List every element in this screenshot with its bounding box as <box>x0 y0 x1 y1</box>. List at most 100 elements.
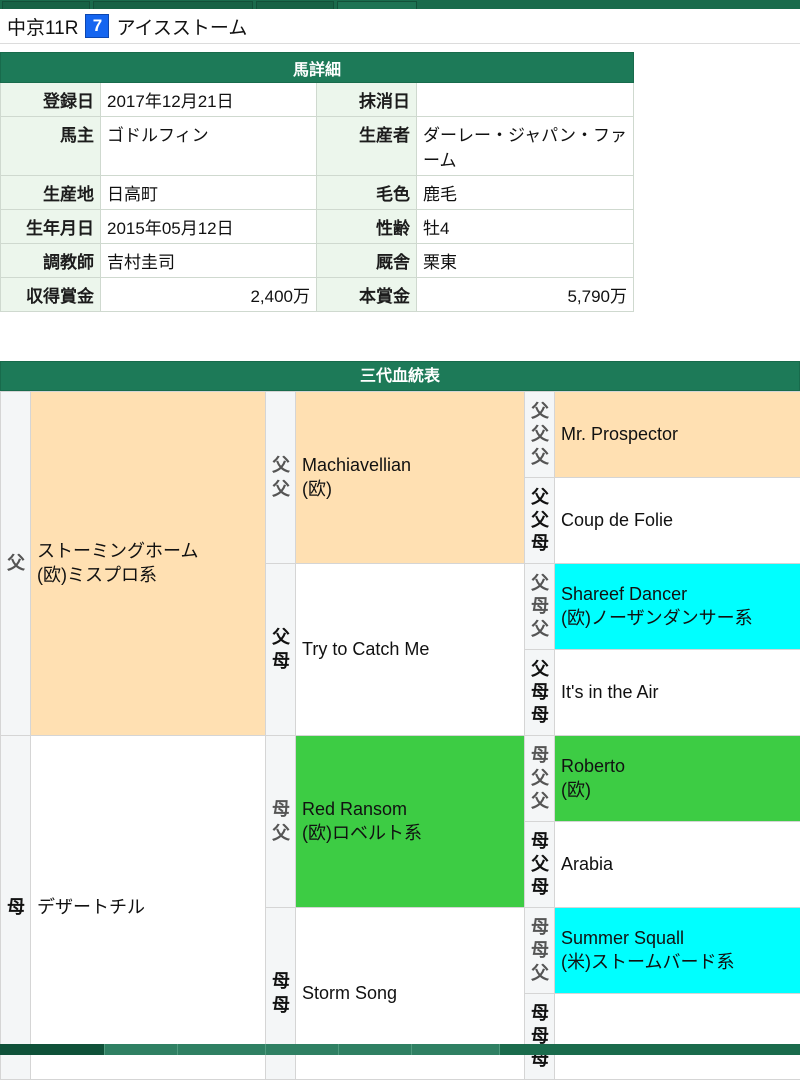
page-title: アイスストーム <box>116 13 247 40</box>
pedigree-horse-line: (欧)ロベルト系 <box>302 822 518 845</box>
detail-label: 本賞金 <box>317 278 417 312</box>
pedigree-horse-line: (欧)ミスプロ系 <box>37 564 259 587</box>
pedigree-relation: 母 <box>1 736 31 1080</box>
pedigree-section: 三代血統表 父ストーミングホーム(欧)ミスプロ系父父Machiavellian(… <box>0 361 800 1080</box>
pedigree-horse-line: (欧) <box>302 478 518 501</box>
pedigree-horse-name: Shareef Dancer <box>561 583 794 606</box>
table-row: 生年月日2015年05月12日性齢牡4 <box>1 210 634 244</box>
horse-detail-table: 馬詳細 登録日2017年12月21日抹消日馬主ゴドルフィン生産者ダーレー・ジャパ… <box>0 52 634 312</box>
pedigree-relation: 母母母 <box>525 994 555 1080</box>
pedigree-horse[interactable]: Arabia <box>555 822 800 908</box>
browser-address-bar[interactable] <box>337 1 417 9</box>
pedigree-horse[interactable]: Coup de Folie <box>555 478 800 564</box>
pedigree-horse[interactable]: デザートチル <box>31 736 266 1080</box>
pedigree-horse-name: Try to Catch Me <box>302 638 518 661</box>
table-row: 生産地日高町毛色鹿毛 <box>1 176 634 210</box>
pedigree-horse[interactable]: It's in the Air <box>555 650 800 736</box>
pedigree-horse-name: Arabia <box>561 853 794 876</box>
race-header: 中京11R 7 アイスストーム <box>0 9 800 44</box>
detail-label: 毛色 <box>317 176 417 210</box>
horse-detail-section: 馬詳細 登録日2017年12月21日抹消日馬主ゴドルフィン生産者ダーレー・ジャパ… <box>0 52 633 312</box>
pedigree-horse[interactable]: Summer Squall(米)ストームバード系 <box>555 908 800 994</box>
pedigree-relation: 母父母 <box>525 822 555 908</box>
pedigree-relation: 父母父 <box>525 564 555 650</box>
pedigree-horse-name: Mr. Prospector <box>561 423 794 446</box>
bottom-nav-item[interactable] <box>266 1044 339 1055</box>
detail-value: 2015年05月12日 <box>101 210 317 244</box>
detail-label: 生産者 <box>317 117 417 176</box>
detail-label: 生年月日 <box>1 210 101 244</box>
detail-label: 抹消日 <box>317 83 417 117</box>
detail-label: 厩舎 <box>317 244 417 278</box>
pedigree-relation: 母父 <box>266 736 296 908</box>
bottom-nav-item[interactable] <box>0 1044 105 1055</box>
detail-label: 性齢 <box>317 210 417 244</box>
race-label: 中京11R <box>7 13 78 40</box>
pedigree-row: 父ストーミングホーム(欧)ミスプロ系父父Machiavellian(欧)父父父M… <box>1 392 800 478</box>
pedigree-horse[interactable]: Try to Catch Me <box>296 564 525 736</box>
detail-label: 調教師 <box>1 244 101 278</box>
pedigree-relation: 父 <box>1 392 31 736</box>
pedigree-horse-name: Coup de Folie <box>561 509 794 532</box>
browser-tab[interactable] <box>256 1 334 9</box>
table-row: 登録日2017年12月21日抹消日 <box>1 83 634 117</box>
pedigree-table: 父ストーミングホーム(欧)ミスプロ系父父Machiavellian(欧)父父父M… <box>0 391 800 1080</box>
bottom-nav-item[interactable] <box>412 1044 500 1055</box>
browser-tab-strip[interactable] <box>0 0 800 9</box>
detail-value: 鹿毛 <box>417 176 634 210</box>
pedigree-horse[interactable]: Roberto(欧) <box>555 736 800 822</box>
pedigree-relation: 父母母 <box>525 650 555 736</box>
detail-value: ゴドルフィン <box>101 117 317 176</box>
pedigree-row: 母デザートチル母父Red Ransom(欧)ロベルト系母父父Roberto(欧) <box>1 736 800 822</box>
pedigree-horse-name: Storm Song <box>302 982 518 1005</box>
table-row: 調教師吉村圭司厩舎栗東 <box>1 244 634 278</box>
pedigree-title: 三代血統表 <box>0 361 800 391</box>
pedigree-relation: 母父父 <box>525 736 555 822</box>
pedigree-relation: 父父母 <box>525 478 555 564</box>
pedigree-horse-name: Summer Squall <box>561 927 794 950</box>
detail-value: 日高町 <box>101 176 317 210</box>
pedigree-horse[interactable]: Machiavellian(欧) <box>296 392 525 564</box>
browser-tab[interactable] <box>93 1 253 9</box>
detail-value: 牡4 <box>417 210 634 244</box>
detail-value: ダーレー・ジャパン・ファーム <box>417 117 634 176</box>
pedigree-horse[interactable] <box>555 994 800 1080</box>
detail-value: 2,400万 <box>101 278 317 312</box>
pedigree-relation: 父父父 <box>525 392 555 478</box>
detail-label: 収得賞金 <box>1 278 101 312</box>
pedigree-horse[interactable]: Shareef Dancer(欧)ノーザンダンサー系 <box>555 564 800 650</box>
pedigree-relation: 父父 <box>266 392 296 564</box>
pedigree-horse-name: Machiavellian <box>302 454 518 477</box>
pedigree-horse-name: Roberto <box>561 755 794 778</box>
detail-value: 吉村圭司 <box>101 244 317 278</box>
pedigree-horse[interactable]: ストーミングホーム(欧)ミスプロ系 <box>31 392 266 736</box>
detail-value <box>417 83 634 117</box>
detail-value: 栗東 <box>417 244 634 278</box>
detail-label: 登録日 <box>1 83 101 117</box>
pedigree-horse-line: (欧) <box>561 779 794 802</box>
pedigree-horse-line: (欧)ノーザンダンサー系 <box>561 607 794 630</box>
bottom-nav-item[interactable] <box>339 1044 412 1055</box>
pedigree-horse-name: It's in the Air <box>561 681 794 704</box>
pedigree-horse[interactable]: Red Ransom(欧)ロベルト系 <box>296 736 525 908</box>
table-row: 収得賞金2,400万本賞金5,790万 <box>1 278 634 312</box>
pedigree-horse-name: ストーミングホーム <box>37 540 259 563</box>
pedigree-horse-name: デザートチル <box>37 896 259 919</box>
table-row: 馬主ゴドルフィン生産者ダーレー・ジャパン・ファーム <box>1 117 634 176</box>
pedigree-relation: 母母父 <box>525 908 555 994</box>
pedigree-horse-name: Red Ransom <box>302 798 518 821</box>
detail-label: 馬主 <box>1 117 101 176</box>
pedigree-relation: 父母 <box>266 564 296 736</box>
pedigree-horse[interactable]: Mr. Prospector <box>555 392 800 478</box>
browser-tab[interactable] <box>2 1 90 9</box>
bottom-nav-bar[interactable] <box>0 1044 800 1055</box>
detail-value: 5,790万 <box>417 278 634 312</box>
pedigree-horse-line: (米)ストームバード系 <box>561 951 794 974</box>
horse-detail-title: 馬詳細 <box>1 53 634 83</box>
horse-number-badge: 7 <box>85 14 109 38</box>
bottom-nav-filler <box>500 1044 800 1055</box>
detail-label: 生産地 <box>1 176 101 210</box>
detail-value: 2017年12月21日 <box>101 83 317 117</box>
bottom-nav-item[interactable] <box>105 1044 178 1055</box>
bottom-nav-item[interactable] <box>178 1044 266 1055</box>
